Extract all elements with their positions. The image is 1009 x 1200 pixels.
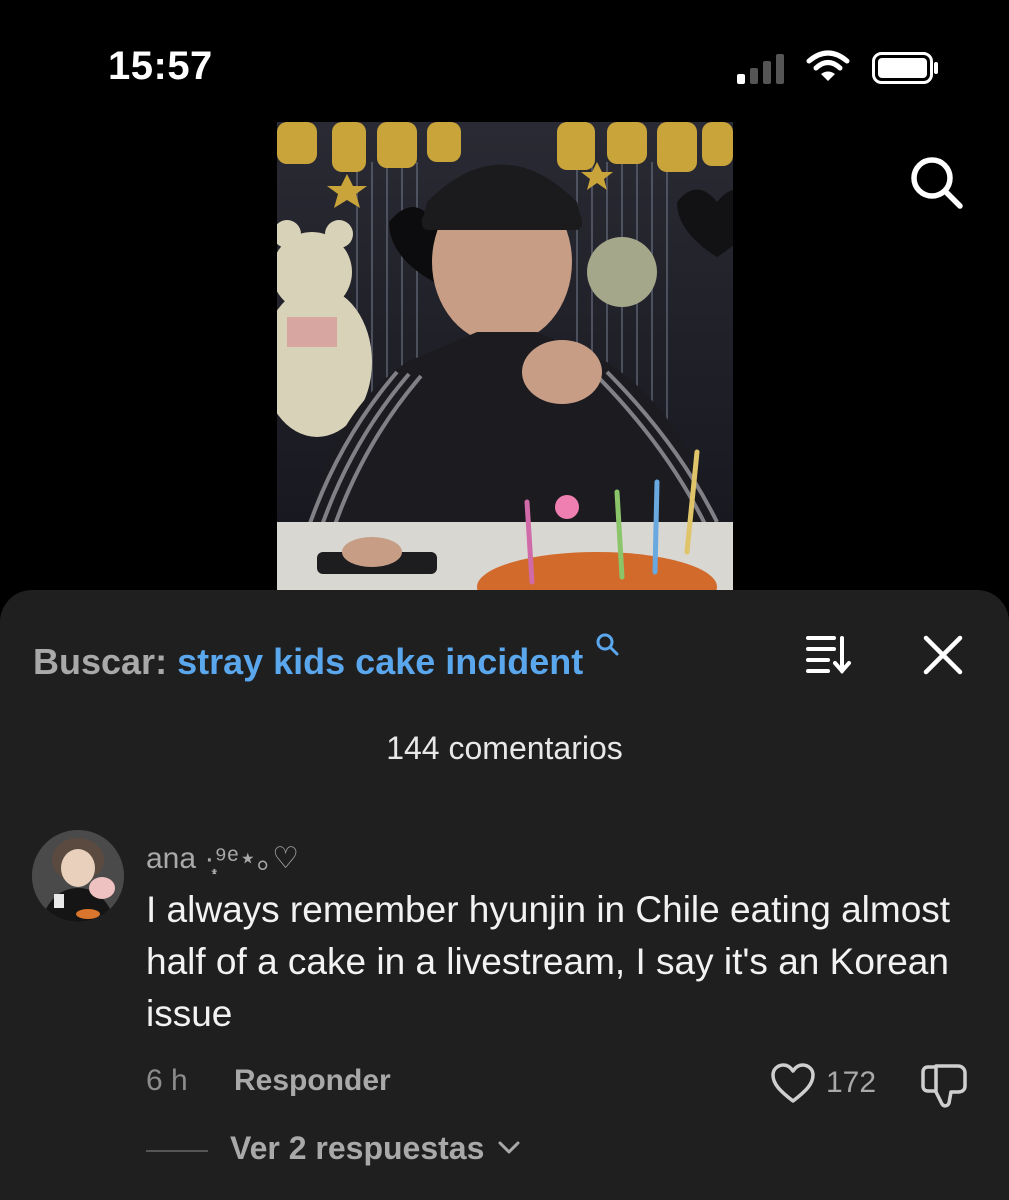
search-icon[interactable] — [906, 152, 966, 212]
video-frame-image — [277, 122, 733, 594]
wifi-icon — [806, 50, 850, 81]
like-count: 172 — [826, 1066, 877, 1099]
reply-button[interactable]: Responder — [234, 1064, 391, 1098]
view-replies-label: Ver 2 respuestas — [230, 1130, 485, 1166]
chevron-down-icon — [498, 1141, 520, 1154]
status-time: 15:57 — [108, 44, 213, 88]
close-icon[interactable] — [920, 632, 966, 678]
search-icon — [596, 633, 619, 656]
view-replies-button[interactable]: Ver 2 respuestas — [230, 1130, 521, 1167]
sort-icon[interactable] — [804, 632, 854, 676]
comment-timestamp: 6 h — [146, 1064, 188, 1097]
replies-divider — [146, 1150, 208, 1152]
comment-username[interactable]: ana ·̩͙⁹ᵉ⋆｡♡ — [146, 833, 299, 877]
heart-icon — [771, 1063, 815, 1103]
search-prefix: Buscar: — [33, 641, 168, 682]
battery-icon — [872, 52, 938, 84]
search-query-link[interactable]: stray kids cake incident — [177, 641, 583, 682]
like-button[interactable]: 172 — [770, 1062, 876, 1104]
comment-text: I always remember hyunjin in Chile eatin… — [146, 889, 951, 1034]
video-player[interactable] — [277, 122, 733, 594]
cellular-signal-icon — [737, 52, 784, 84]
status-bar: 15:57 — [0, 0, 1009, 110]
avatar[interactable] — [32, 830, 124, 922]
search-suggestion[interactable]: Buscar: stray kids cake incident — [33, 632, 619, 683]
dislike-icon[interactable] — [918, 1062, 970, 1108]
comments-count: 144 comentarios — [386, 730, 623, 766]
